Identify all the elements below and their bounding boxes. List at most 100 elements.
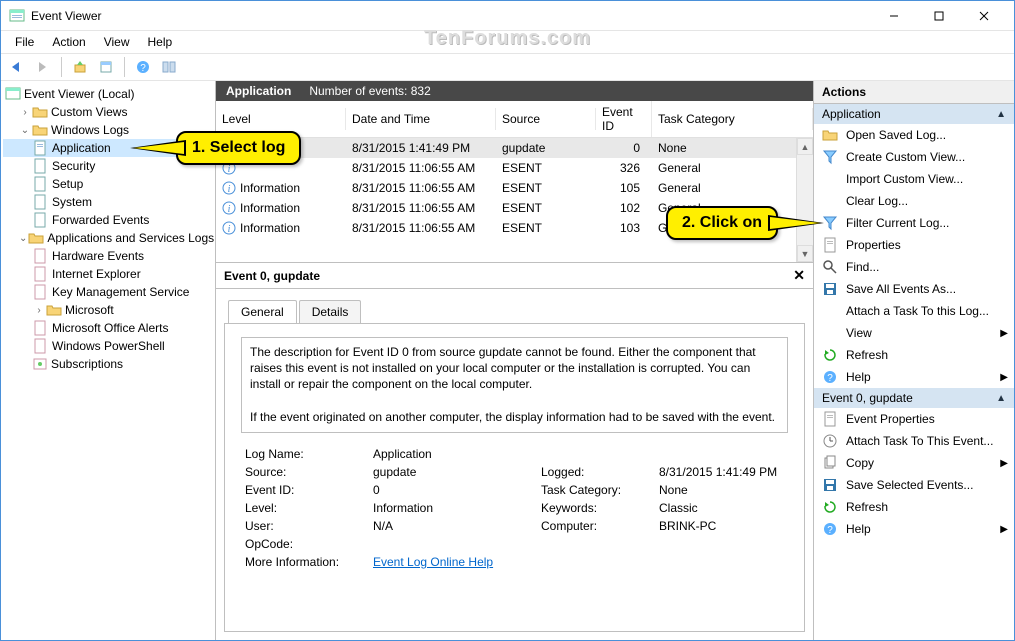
action-label: Import Custom View... bbox=[846, 172, 963, 186]
tree-custom-views[interactable]: ›Custom Views bbox=[3, 103, 213, 121]
tree-app-services[interactable]: ⌄Applications and Services Logs bbox=[3, 229, 213, 247]
expander-icon[interactable]: ⌄ bbox=[19, 125, 31, 136]
tree-subscriptions[interactable]: Subscriptions bbox=[3, 355, 213, 373]
v-source: gupdate bbox=[373, 465, 533, 479]
tree-ie[interactable]: Internet Explorer bbox=[3, 265, 213, 283]
col-date[interactable]: Date and Time bbox=[346, 108, 496, 130]
help-button[interactable]: ? bbox=[131, 56, 155, 78]
properties-button[interactable] bbox=[94, 56, 118, 78]
tree-setup[interactable]: Setup bbox=[3, 175, 213, 193]
menu-file[interactable]: File bbox=[7, 33, 42, 51]
tree-label: Windows PowerShell bbox=[52, 339, 165, 353]
tree-label: Microsoft Office Alerts bbox=[52, 321, 168, 335]
col-task[interactable]: Task Category bbox=[652, 108, 813, 130]
action-refresh[interactable]: Refresh bbox=[814, 496, 1014, 518]
description-box[interactable]: The description for Event ID 0 from sour… bbox=[241, 337, 788, 433]
minimize-button[interactable] bbox=[871, 1, 916, 30]
folder-icon bbox=[28, 230, 44, 246]
k-user: User: bbox=[245, 519, 365, 533]
actions-section-application[interactable]: Application ▲ bbox=[814, 104, 1014, 124]
col-eventid[interactable]: Event ID bbox=[596, 101, 652, 137]
col-level[interactable]: Level bbox=[216, 108, 346, 130]
action-properties[interactable]: Properties bbox=[814, 234, 1014, 256]
center-pane: Application Number of events: 832 Level … bbox=[216, 81, 814, 640]
action-help[interactable]: ?Help▶ bbox=[814, 518, 1014, 540]
tree-hardware[interactable]: Hardware Events bbox=[3, 247, 213, 265]
tree-root[interactable]: Event Viewer (Local) bbox=[3, 85, 213, 103]
log-icon bbox=[33, 194, 49, 210]
cell-task: None bbox=[652, 139, 796, 157]
tree-system[interactable]: System bbox=[3, 193, 213, 211]
table-row[interactable]: 8/31/2015 1:41:49 PMgupdate0None bbox=[216, 138, 796, 158]
action-attach-a-task-to-this-log[interactable]: Attach a Task To this Log... bbox=[814, 300, 1014, 322]
menu-action[interactable]: Action bbox=[44, 33, 93, 51]
svg-text:i: i bbox=[228, 184, 231, 195]
list-header-name: Application bbox=[226, 84, 291, 98]
scroll-down-button[interactable]: ▼ bbox=[797, 245, 813, 262]
expander-icon[interactable]: › bbox=[19, 107, 31, 118]
action-help[interactable]: ?Help▶ bbox=[814, 366, 1014, 388]
tree-label: Windows Logs bbox=[51, 123, 129, 137]
close-button[interactable] bbox=[961, 1, 1006, 30]
detail-header: Event 0, gupdate ✕ bbox=[216, 263, 813, 289]
tree-root-label: Event Viewer (Local) bbox=[24, 87, 135, 101]
action-import-custom-view[interactable]: Import Custom View... bbox=[814, 168, 1014, 190]
help-icon: ? bbox=[822, 521, 838, 537]
action-filter-current-log[interactable]: Filter Current Log... bbox=[814, 212, 1014, 234]
action-create-custom-view[interactable]: Create Custom View... bbox=[814, 146, 1014, 168]
cell-source: gupdate bbox=[496, 139, 596, 157]
tree-label: Hardware Events bbox=[52, 249, 144, 263]
eventviewer-icon bbox=[5, 86, 21, 102]
tab-general[interactable]: General bbox=[228, 300, 297, 323]
expander-icon[interactable]: ⌄ bbox=[19, 233, 27, 244]
view-button[interactable] bbox=[157, 56, 181, 78]
cell-task: General bbox=[652, 179, 796, 197]
chevron-right-icon: ▶ bbox=[1000, 372, 1008, 383]
action-find[interactable]: Find... bbox=[814, 256, 1014, 278]
folder-icon bbox=[32, 122, 48, 138]
col-source[interactable]: Source bbox=[496, 108, 596, 130]
actions-section-event[interactable]: Event 0, gupdate ▲ bbox=[814, 388, 1014, 408]
action-refresh[interactable]: Refresh bbox=[814, 344, 1014, 366]
action-save-selected-events[interactable]: Save Selected Events... bbox=[814, 474, 1014, 496]
action-event-properties[interactable]: Event Properties bbox=[814, 408, 1014, 430]
vertical-scrollbar[interactable]: ▲ ▼ bbox=[796, 138, 813, 262]
tree-forwarded[interactable]: Forwarded Events bbox=[3, 211, 213, 229]
menu-help[interactable]: Help bbox=[140, 33, 181, 51]
action-copy[interactable]: Copy▶ bbox=[814, 452, 1014, 474]
tree-kms[interactable]: Key Management Service bbox=[3, 283, 213, 301]
cell-source: ESENT bbox=[496, 219, 596, 237]
forward-button[interactable] bbox=[31, 56, 55, 78]
link-online-help[interactable]: Event Log Online Help bbox=[373, 555, 493, 569]
expander-icon[interactable]: › bbox=[33, 305, 45, 316]
log-icon bbox=[33, 266, 49, 282]
table-row[interactable]: i8/31/2015 11:06:55 AMESENT326General bbox=[216, 158, 796, 178]
action-open-saved-log[interactable]: Open Saved Log... bbox=[814, 124, 1014, 146]
folder-icon bbox=[46, 302, 62, 318]
action-label: Clear Log... bbox=[846, 194, 908, 208]
tree-office-alerts[interactable]: Microsoft Office Alerts bbox=[3, 319, 213, 337]
tree-label: Subscriptions bbox=[51, 357, 123, 371]
callout-text: 2. Click on bbox=[682, 214, 762, 231]
menu-view[interactable]: View bbox=[96, 33, 138, 51]
action-save-all-events-as[interactable]: Save All Events As... bbox=[814, 278, 1014, 300]
action-attach-task-to-this-event[interactable]: Attach Task To This Event... bbox=[814, 430, 1014, 452]
action-view[interactable]: View▶ bbox=[814, 322, 1014, 344]
action-clear-log[interactable]: Clear Log... bbox=[814, 190, 1014, 212]
copy-icon bbox=[822, 455, 838, 471]
detail-close-button[interactable]: ✕ bbox=[793, 267, 805, 284]
tree-powershell[interactable]: Windows PowerShell bbox=[3, 337, 213, 355]
actions-pane: Actions Application ▲ Open Saved Log...C… bbox=[814, 81, 1014, 640]
scroll-up-button[interactable]: ▲ bbox=[797, 138, 813, 155]
grid-body[interactable]: 8/31/2015 1:41:49 PMgupdate0Nonei8/31/20… bbox=[216, 138, 796, 262]
up-button[interactable] bbox=[68, 56, 92, 78]
back-button[interactable] bbox=[5, 56, 29, 78]
action-label: Copy bbox=[846, 456, 874, 470]
table-row[interactable]: iInformation8/31/2015 11:06:55 AMESENT10… bbox=[216, 178, 796, 198]
log-icon bbox=[33, 140, 49, 156]
tree-microsoft[interactable]: ›Microsoft bbox=[3, 301, 213, 319]
maximize-button[interactable] bbox=[916, 1, 961, 30]
tab-details[interactable]: Details bbox=[299, 300, 362, 323]
v-level: Information bbox=[373, 501, 533, 515]
blank-icon bbox=[822, 303, 838, 319]
